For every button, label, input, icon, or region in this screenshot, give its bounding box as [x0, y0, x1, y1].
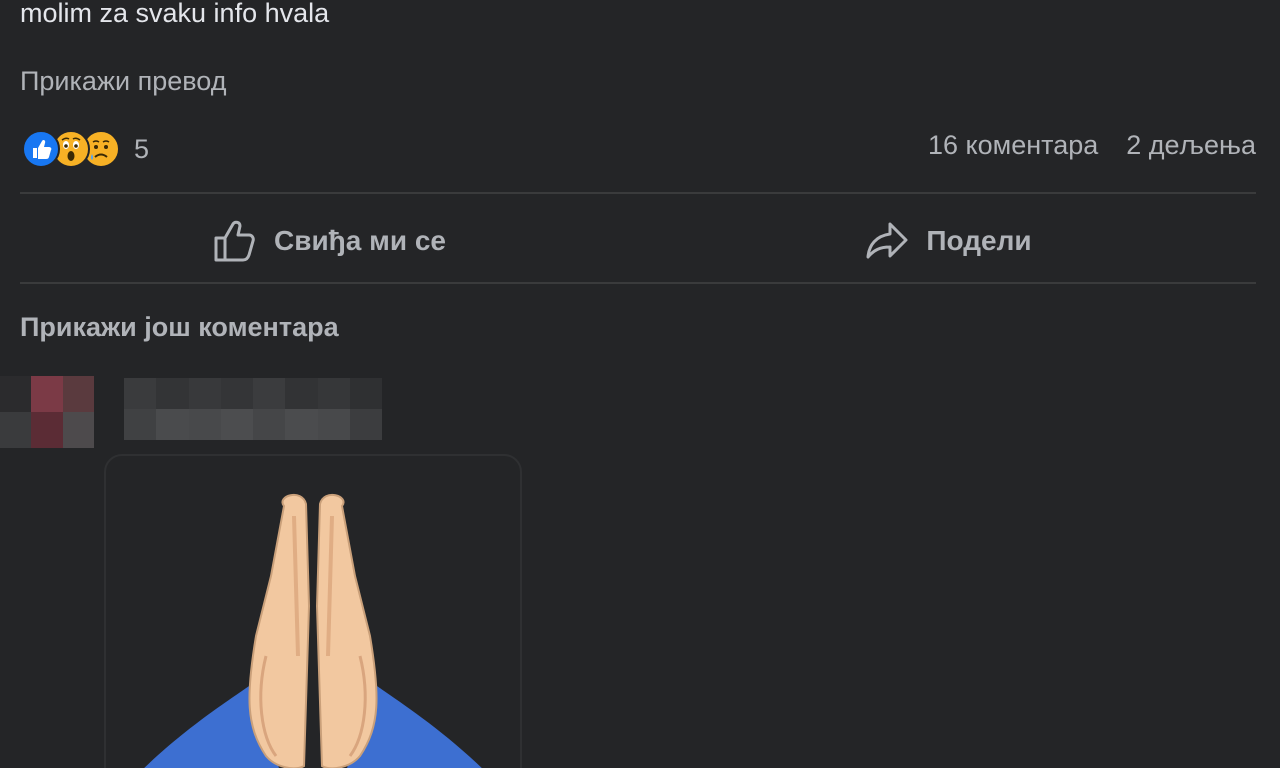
commenter-name-blurred[interactable]: [124, 378, 382, 440]
like-icon: [22, 130, 60, 168]
post-container: molim za svaku info hvala Прикажи превод: [0, 0, 1280, 768]
show-translation-link[interactable]: Прикажи превод: [20, 66, 226, 97]
reactions-summary[interactable]: 5: [22, 128, 149, 170]
divider: [20, 282, 1256, 284]
share-icon: [866, 222, 908, 259]
comments-count-link[interactable]: 16 коментара: [928, 130, 1098, 161]
share-button-label: Подели: [926, 225, 1032, 256]
view-more-comments-link[interactable]: Прикажи још коментара: [20, 312, 339, 343]
commenter-avatar-blurred[interactable]: [0, 376, 94, 448]
like-button-label: Свиђа ми се: [274, 225, 446, 256]
like-button[interactable]: Свиђа ми се: [20, 200, 638, 282]
share-button[interactable]: Подели: [640, 200, 1256, 282]
comment-sticker-card: [104, 454, 522, 768]
thumbs-up-icon: [214, 220, 255, 262]
reaction-count: 5: [134, 133, 150, 164]
divider: [20, 192, 1256, 194]
folded-hands-icon: [144, 493, 482, 768]
post-text: molim za svaku info hvala: [20, 0, 330, 28]
shares-count-link[interactable]: 2 дељења: [1126, 130, 1256, 161]
post-stats: 16 коментара 2 дељења: [928, 130, 1256, 161]
